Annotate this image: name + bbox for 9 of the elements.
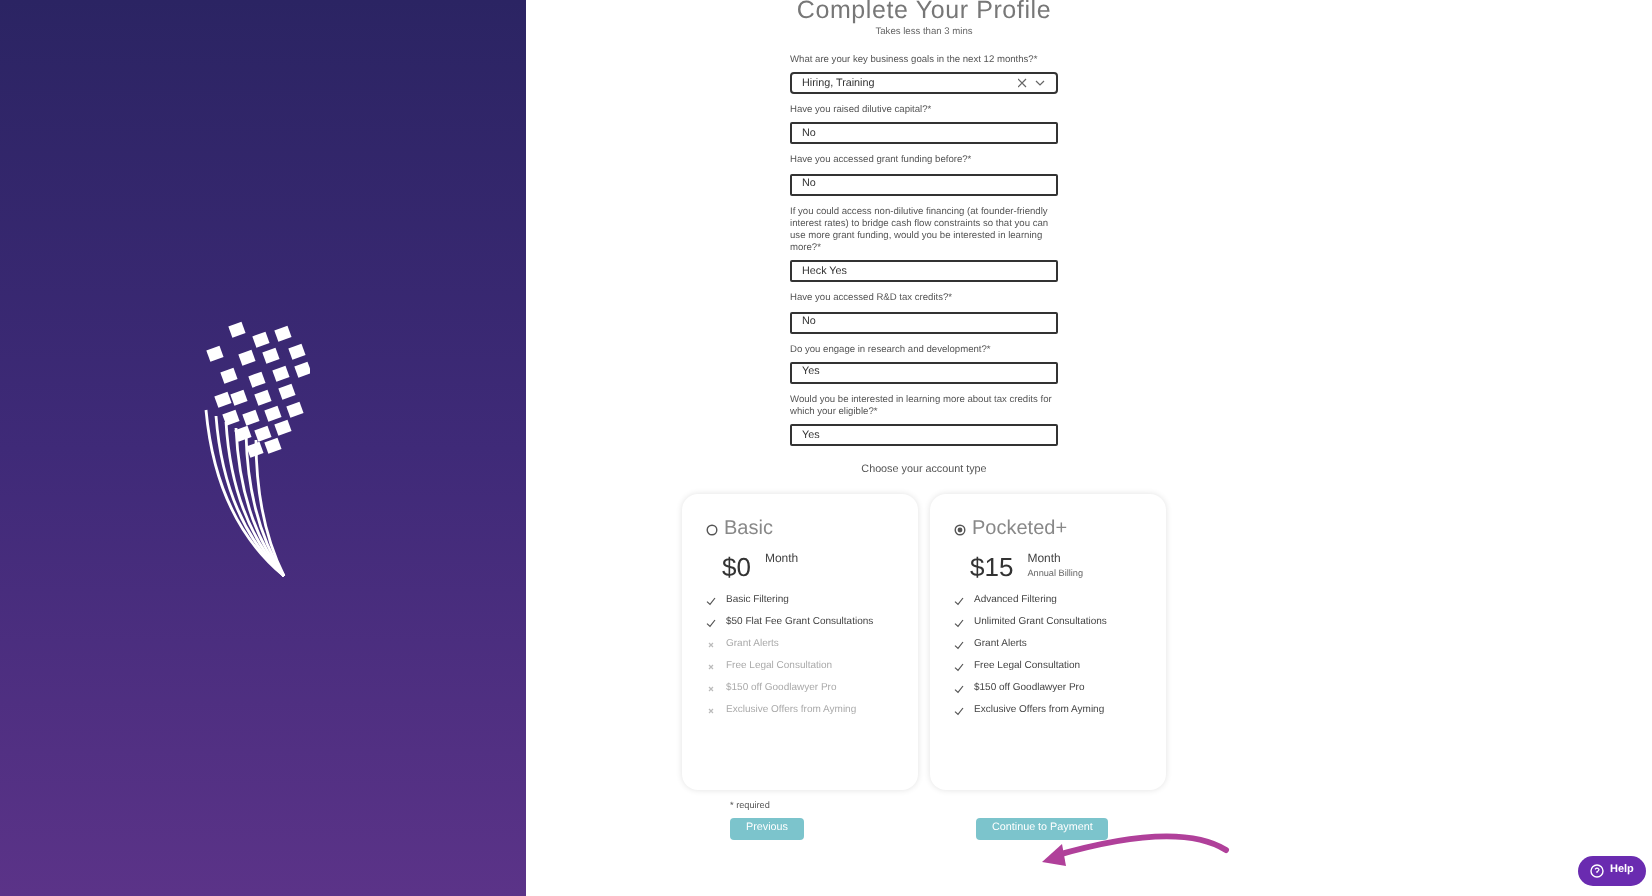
help-icon — [1590, 864, 1604, 878]
plan-name: Basic — [724, 516, 773, 545]
radio-button[interactable] — [706, 523, 718, 536]
plan-name: Pocketed+ — [972, 516, 1068, 545]
radio-button[interactable] — [954, 523, 966, 536]
plan-price: $15 — [970, 554, 1014, 583]
plan-price: $0 — [722, 554, 751, 583]
clear-caret-icon[interactable] — [1018, 78, 1046, 89]
page-title: Complete Your Profile — [796, 0, 1052, 24]
